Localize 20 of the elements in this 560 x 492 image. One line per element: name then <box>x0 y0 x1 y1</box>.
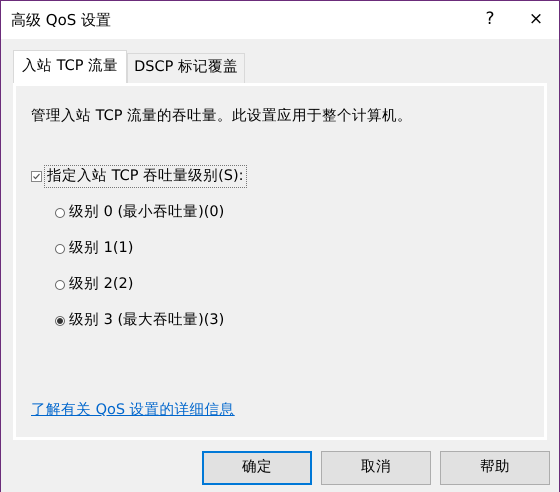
tab[interactable]: 入站 TCP 流量 <box>13 50 128 83</box>
description-text: 管理入站 TCP 流量的吞吐量。此设置应用于整个计算机。 <box>31 106 414 126</box>
radio-label[interactable]: 级别 1(1) <box>69 238 134 260</box>
radio-label[interactable]: 级别 3 (最大吞吐量)(3) <box>69 310 224 332</box>
tab[interactable]: DSCP 标记覆盖 <box>127 53 245 83</box>
checkbox[interactable] <box>31 170 42 182</box>
help-link[interactable]: 了解有关 QoS 设置的详细信息 <box>31 400 235 422</box>
close-button[interactable]: × <box>513 7 559 33</box>
radio-button[interactable] <box>55 244 65 254</box>
ok-button[interactable]: 确定 <box>202 450 312 485</box>
radio-label[interactable]: 级别 0 (最小吞吐量)(0) <box>69 202 224 224</box>
window-title: 高级 QoS 设置 <box>11 10 112 31</box>
radio-button[interactable] <box>55 208 65 218</box>
help-button[interactable]: ? <box>467 7 513 33</box>
radio-button[interactable] <box>55 316 65 326</box>
dialog-button[interactable]: 取消 <box>321 450 431 485</box>
radio-label[interactable]: 级别 2(2) <box>69 274 134 296</box>
dialog-button[interactable]: 帮助 <box>440 450 550 485</box>
checkbox-label[interactable]: 指定入站 TCP 吞吐量级别(S): <box>44 164 246 188</box>
radio-button[interactable] <box>55 280 65 290</box>
